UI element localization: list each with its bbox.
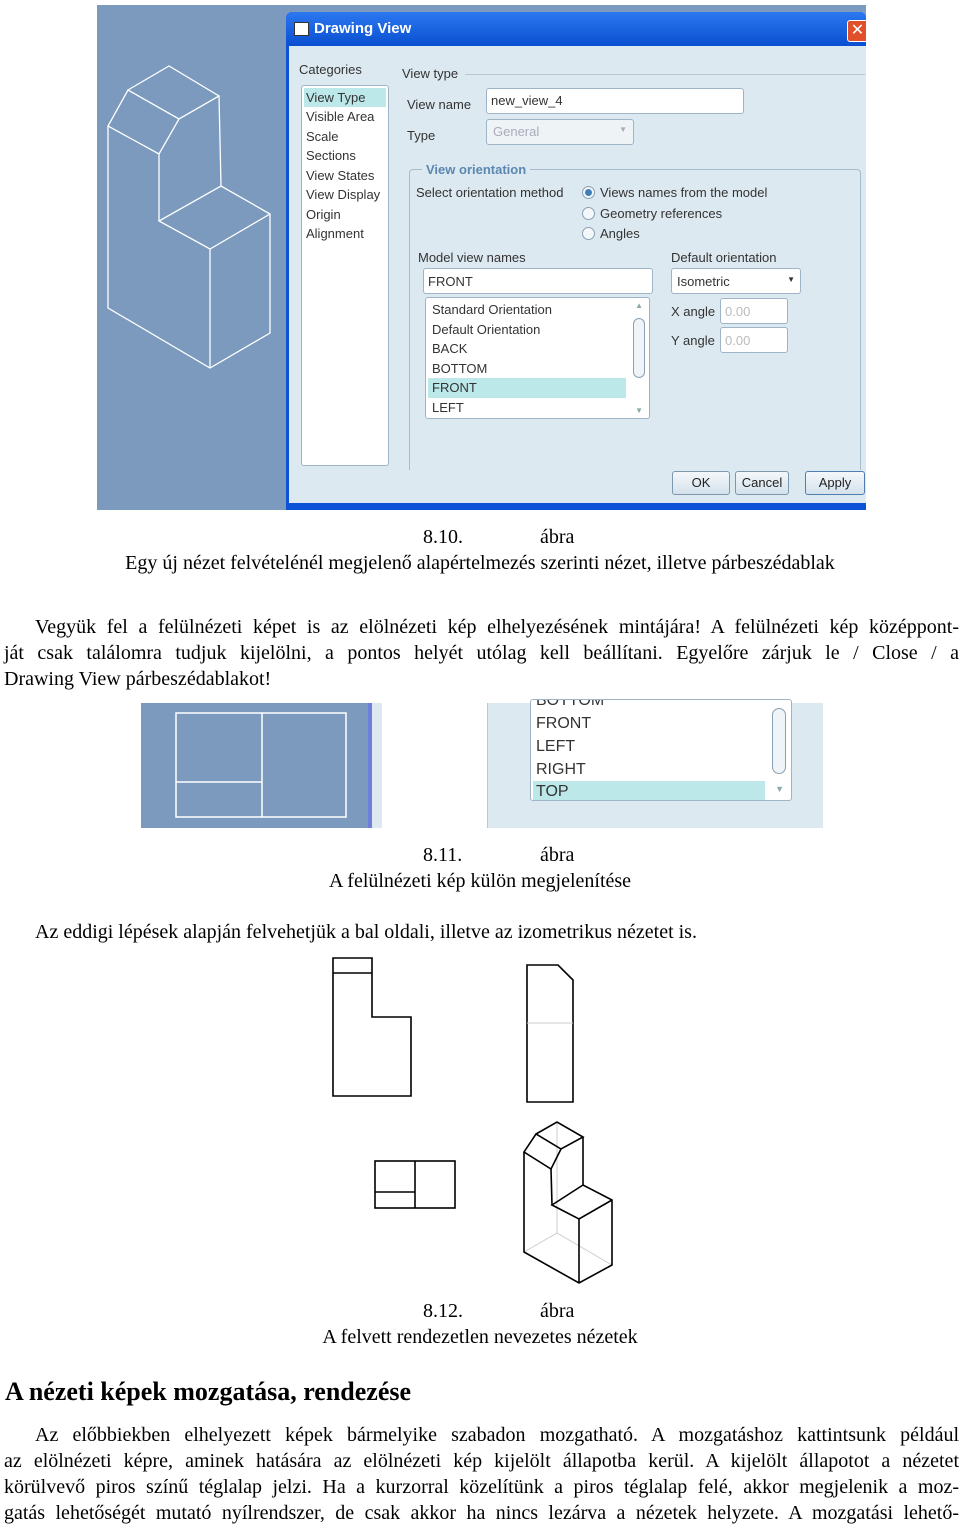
scrollbar-thumb[interactable]	[633, 318, 645, 378]
model-view-names-label: Model view names	[418, 250, 526, 265]
cancel-button[interactable]: Cancel	[735, 471, 789, 495]
category-item[interactable]: View Display	[304, 185, 386, 205]
figure-word: ábra	[540, 1300, 575, 1322]
radio-button[interactable]	[582, 227, 595, 240]
x-angle-label: X angle	[671, 304, 716, 319]
left-view	[526, 964, 574, 1103]
view-name-label: View name	[407, 97, 472, 112]
scroll-up-icon[interactable]: ▲	[635, 301, 643, 310]
chevron-down-icon: ▼	[619, 125, 627, 134]
ok-button[interactable]: OK	[672, 471, 730, 495]
radio-button[interactable]	[582, 186, 595, 199]
select-method-label: Select orientation method	[416, 185, 564, 200]
model-view-item[interactable]: Default Orientation	[428, 320, 626, 340]
model-view-item[interactable]: BACK	[428, 339, 626, 359]
top-view-drawing	[175, 712, 347, 818]
scroll-down-icon[interactable]: ▼	[775, 784, 784, 794]
type-select[interactable]: General ▼	[486, 119, 634, 145]
chevron-down-icon: ▼	[787, 275, 795, 284]
view-name-input[interactable]: new_view_4	[486, 88, 744, 114]
model-view-item[interactable]: BOTTOM	[428, 359, 626, 379]
category-item[interactable]: Sections	[304, 146, 386, 166]
figure-8-10-screenshot: Drawing View ✕ Categories View Type Visi…	[97, 5, 866, 510]
category-item[interactable]: View Type	[304, 88, 386, 107]
figure-number: 8.10.	[423, 526, 463, 548]
close-button[interactable]: ✕	[847, 20, 866, 42]
figure-caption: Egy új nézet felvételénél megjelenő alap…	[125, 552, 835, 574]
radio-button[interactable]	[582, 207, 595, 220]
front-view	[332, 957, 412, 1097]
type-label: Type	[407, 128, 436, 143]
figure-word: ábra	[540, 526, 575, 548]
model-view-item[interactable]: LEFT	[428, 398, 626, 418]
figure-number: 8.11.	[423, 844, 463, 866]
default-orientation-select[interactable]: Isometric ▼	[671, 268, 801, 294]
paragraph-1: Vegyük fel a felülnézeti képet is az elö…	[4, 616, 959, 690]
isometric-model-view	[107, 65, 271, 369]
x-angle-input[interactable]: 0.00	[720, 298, 788, 324]
figure-caption: A felvett rendezetlen nevezetes nézetek	[322, 1326, 638, 1348]
view-type-label: View type	[402, 66, 459, 81]
paragraph-3: Az előbbiekben elhelyezett képek bármely…	[4, 1424, 959, 1524]
model-views-list[interactable]: Standard Orientation Default Orientation B…	[425, 297, 650, 419]
drawing-view-dialog: Drawing View ✕ Categories View Type Visi…	[286, 12, 866, 510]
view-orientation-label: View orientation	[422, 162, 531, 177]
app-icon	[294, 22, 309, 36]
top-view-screenshot	[141, 703, 382, 828]
named-views-drawing	[332, 957, 613, 1284]
scrollbar-thumb[interactable]	[772, 708, 786, 774]
model-view-item[interactable]: Standard Orientation	[428, 300, 626, 320]
close-icon: ✕	[850, 22, 865, 39]
model-views-list-screenshot: BOTTOM FRONT LEFT RIGHT TOP ▼	[487, 699, 823, 828]
categories-label: Categories	[299, 62, 362, 77]
dialog-title-bar[interactable]: Drawing View ✕	[286, 12, 866, 46]
paragraph-2: Az eddigi lépések alapján felvehetjük a …	[35, 921, 697, 943]
default-orientation-label: Default orientation	[671, 250, 777, 265]
figure-caption: A felülnézeti kép külön megjelenítése	[328, 870, 632, 892]
dialog-body: Categories View Type Visible Area Scale …	[289, 46, 866, 503]
apply-button[interactable]: Apply	[805, 471, 865, 495]
model-view-item[interactable]: FRONT	[428, 378, 626, 398]
category-item[interactable]: Scale	[304, 127, 386, 147]
model-view-name-input[interactable]: FRONT	[423, 268, 653, 294]
figure-word: ábra	[540, 844, 575, 866]
category-item[interactable]: View States	[304, 166, 386, 186]
selected-item[interactable]: TOP	[533, 781, 765, 800]
categories-list: View Type Visible Area Scale Sections Vi…	[301, 85, 389, 466]
category-item[interactable]: Alignment	[304, 224, 386, 244]
y-angle-input[interactable]: 0.00	[720, 327, 788, 353]
y-angle-label: Y angle	[671, 333, 715, 348]
model-views-list[interactable]: BOTTOM FRONT LEFT RIGHT TOP ▼	[530, 699, 792, 801]
category-item[interactable]: Visible Area	[304, 107, 386, 127]
figure-number: 8.12.	[423, 1300, 463, 1322]
section-heading: A nézeti képek mozgatása, rendezése	[5, 1377, 412, 1406]
scroll-down-icon[interactable]: ▼	[635, 406, 643, 415]
divider	[465, 74, 865, 75]
dialog-title: Drawing View	[314, 20, 412, 37]
category-item[interactable]: Origin	[304, 205, 386, 225]
